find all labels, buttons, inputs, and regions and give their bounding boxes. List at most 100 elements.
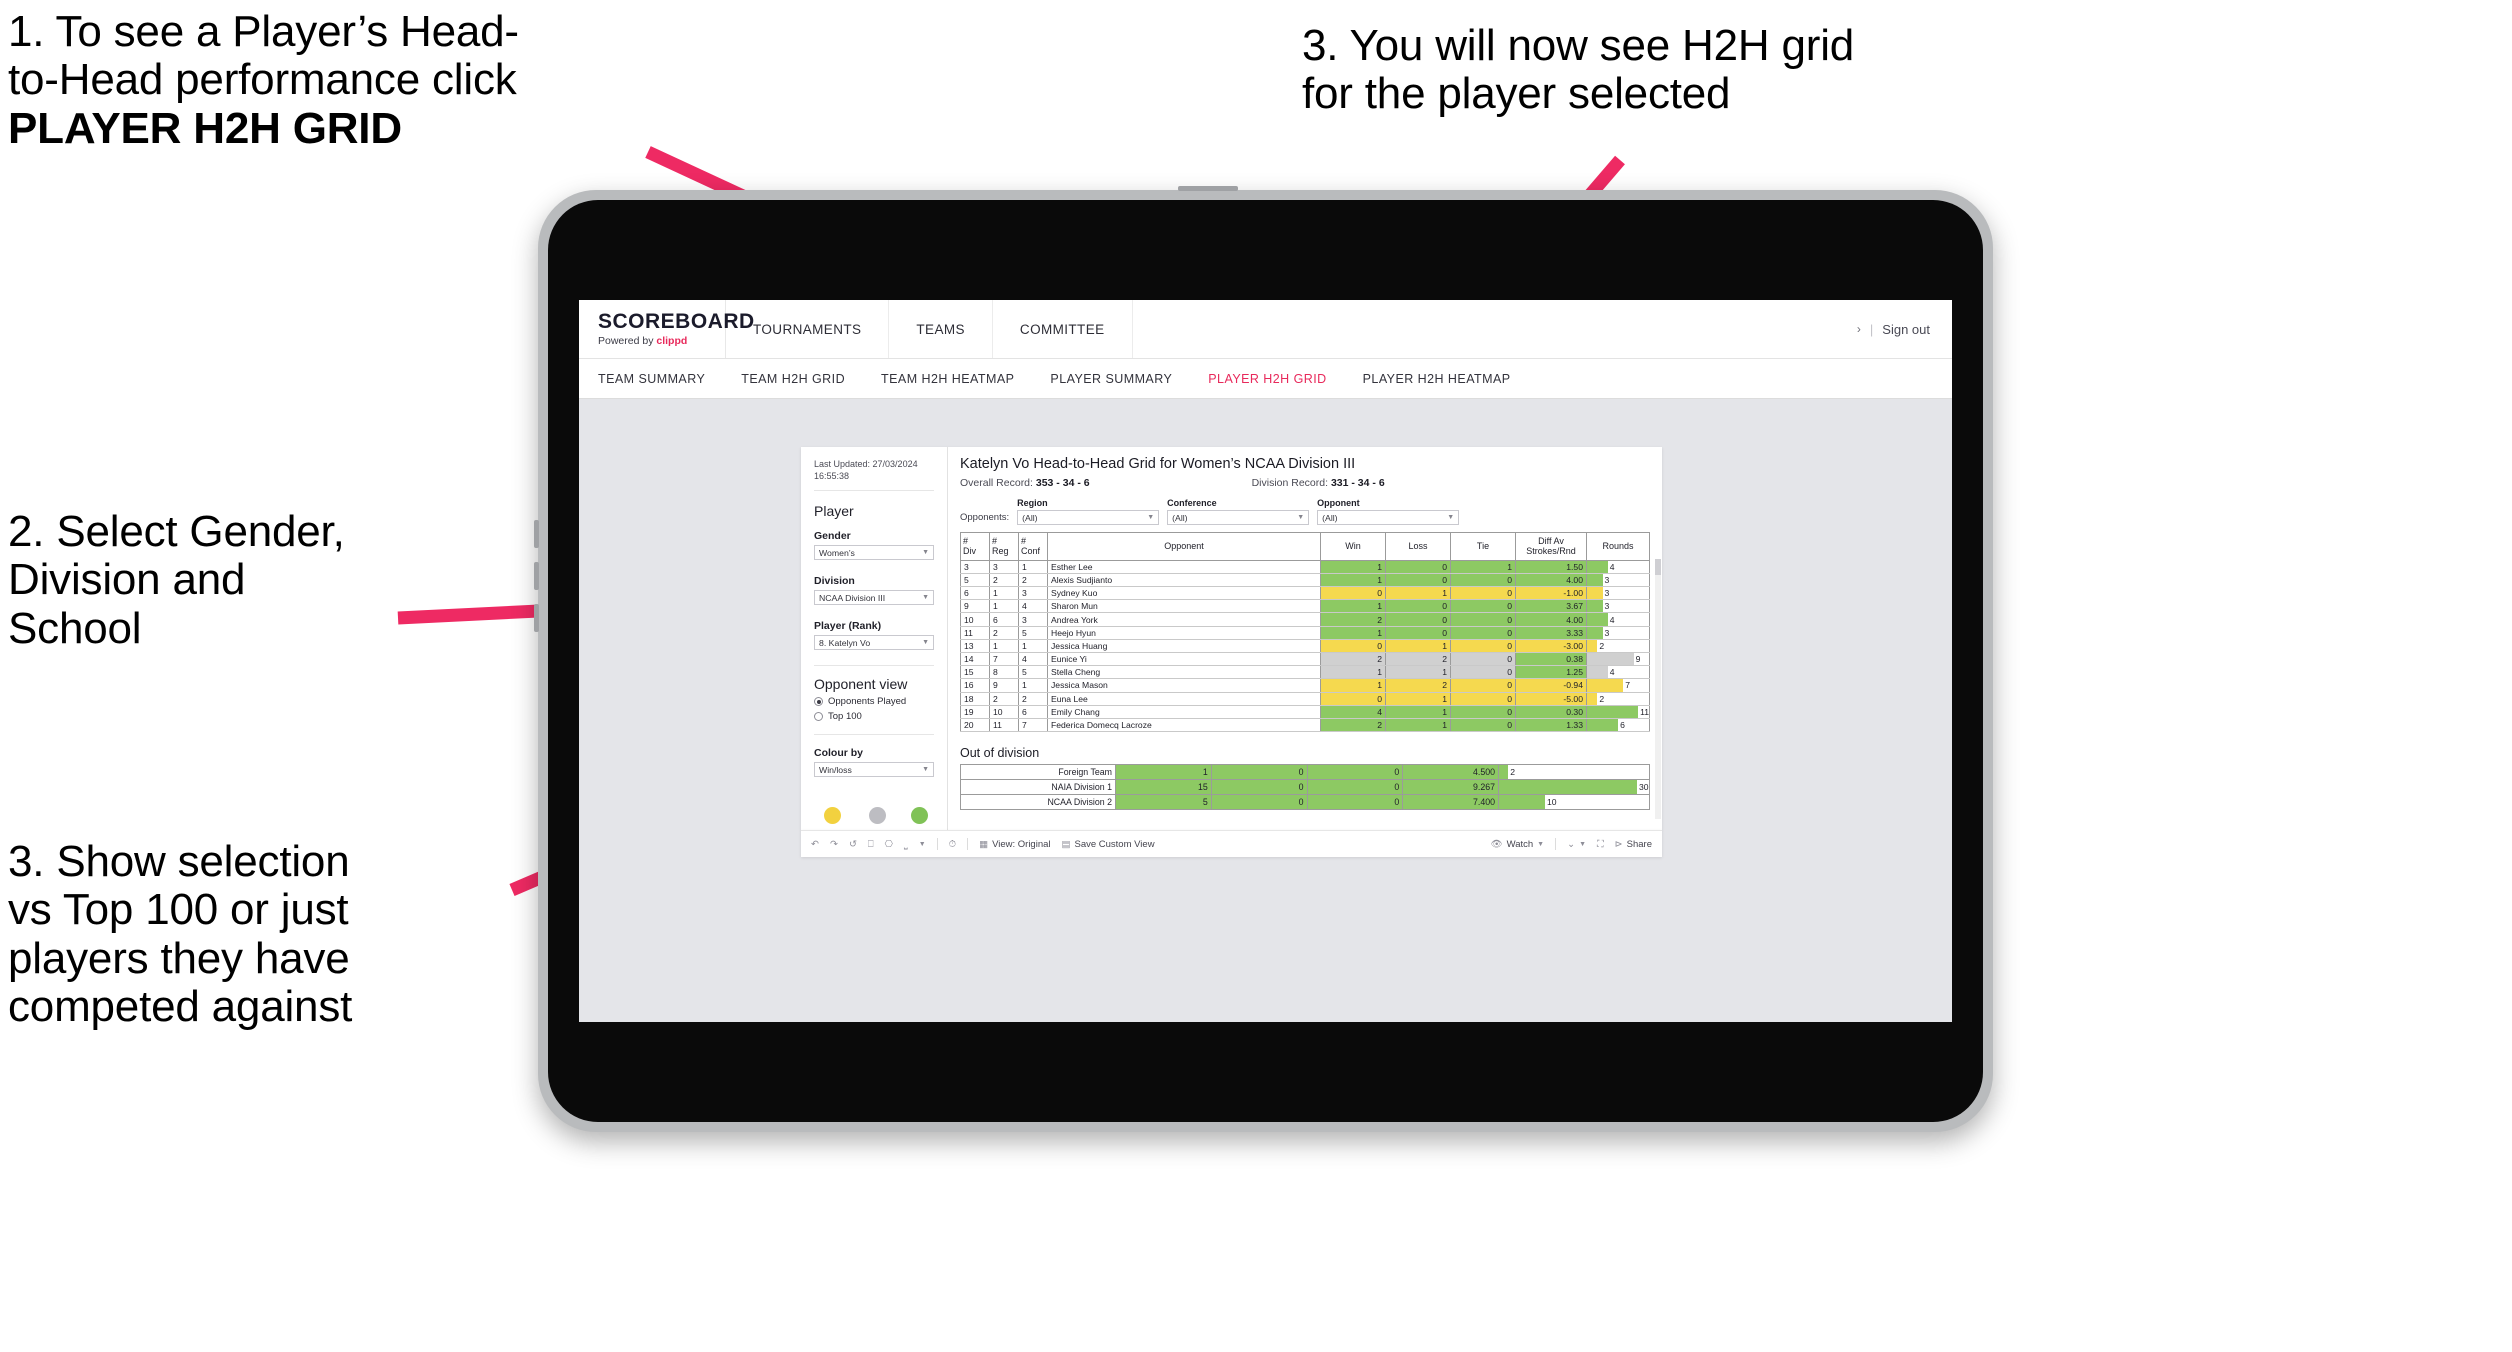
h2h-cell[interactable]: 2 [1320,612,1386,627]
filter-division-select[interactable]: NCAA Division III ▼ [814,590,934,606]
out-of-division-cell[interactable]: NAIA Division 1 [960,779,1116,796]
refresh-icon[interactable]: ⎕ [868,839,874,850]
h2h-cell[interactable]: 0 [1320,692,1386,706]
h2h-cell[interactable]: 11 [960,626,990,640]
h2h-rounds-bar[interactable]: 7 [1586,678,1650,693]
h2h-table-row[interactable]: 3 3 1 Esther Lee 1 0 1 1.50 4 [960,560,1650,574]
h2h-cell[interactable]: 0 [1450,639,1516,654]
h2h-cell[interactable]: 8 [989,665,1019,680]
h2h-rounds-bar[interactable]: 4 [1586,612,1650,627]
out-of-division-rounds-bar[interactable]: 30 [1498,779,1650,796]
h2h-rounds-bar[interactable]: 3 [1586,573,1650,588]
h2h-table-row[interactable]: 5 2 2 Alexis Sudjianto 1 0 0 4.00 3 [960,573,1650,588]
h2h-cell[interactable]: 4.00 [1515,573,1587,588]
h2h-cell[interactable]: 5 [1018,665,1048,680]
h2h-table-row[interactable]: 19 10 6 Emily Chang 4 1 0 0.30 11 [960,705,1650,719]
tablet-button-power[interactable] [1178,186,1238,191]
h2h-cell[interactable]: 19 [960,705,990,719]
swap-icon[interactable]: ⎵ [904,839,908,850]
h2h-cell[interactable]: 2 [1320,652,1386,667]
share-button[interactable]: ⊳ Share [1615,839,1652,850]
h2h-cell[interactable]: 0 [1385,612,1451,627]
h2h-cell[interactable]: 14 [960,652,990,667]
sign-out-link[interactable]: Sign out [1882,322,1930,337]
h2h-table-row[interactable]: 15 8 5 Stella Cheng 1 1 0 1.25 4 [960,665,1650,680]
h2h-cell[interactable]: 0 [1450,599,1516,614]
out-of-division-row[interactable]: NAIA Division 1 15 0 0 9.267 30 [960,779,1650,796]
h2h-cell[interactable]: 0 [1450,678,1516,693]
h2h-cell[interactable]: 0 [1320,586,1386,601]
download-button[interactable]: ⌄ ▼ [1567,839,1586,850]
h2h-cell[interactable]: 1 [989,586,1019,601]
h2h-col-header-div[interactable]: # Div [960,532,990,561]
h2h-cell[interactable]: Sydney Kuo [1047,586,1321,601]
h2h-cell[interactable]: 4 [1018,652,1048,667]
filter-gender-select[interactable]: Women’s ▼ [814,545,934,561]
filter-opponent-select[interactable]: (All) ▼ [1317,510,1460,525]
h2h-rounds-bar[interactable]: 11 [1586,705,1650,719]
h2h-cell[interactable]: Euna Lee [1047,692,1321,706]
h2h-cell[interactable]: 0 [1385,573,1451,588]
h2h-col-header-conf[interactable]: # Conf [1018,532,1048,561]
h2h-cell[interactable]: 10 [960,612,990,627]
out-of-division-cell[interactable]: 0 [1210,794,1308,811]
out-of-division-cell[interactable]: 7.400 [1402,794,1499,811]
tab-team-h2h-grid[interactable]: TEAM H2H GRID [741,372,845,386]
revert-icon[interactable]: ↺ [849,839,857,850]
h2h-rounds-bar[interactable]: 3 [1586,626,1650,640]
h2h-rounds-bar[interactable]: 2 [1586,692,1650,706]
h2h-cell[interactable]: 1 [1320,573,1386,588]
tab-player-h2h-heatmap[interactable]: PLAYER H2H HEATMAP [1363,372,1511,386]
h2h-cell[interactable]: 1 [1385,718,1451,733]
pause-icon[interactable]: ⎔ [885,839,893,850]
h2h-cell[interactable]: Alexis Sudjianto [1047,573,1321,588]
nav-item-committee[interactable]: COMMITTEE [993,300,1133,358]
h2h-cell[interactable]: 1 [1320,560,1386,574]
out-of-division-cell[interactable]: 15 [1115,779,1212,796]
h2h-cell[interactable]: 2 [1320,718,1386,733]
h2h-cell[interactable]: 15 [960,665,990,680]
h2h-cell[interactable]: Jessica Huang [1047,639,1321,654]
h2h-cell[interactable]: 1 [1018,678,1048,693]
view-original-button[interactable]: ▦ View: Original [979,839,1050,850]
h2h-cell[interactable]: 1.33 [1515,718,1587,733]
out-of-division-cell[interactable]: Foreign Team [960,764,1116,781]
h2h-cell[interactable]: 1 [989,639,1019,654]
h2h-cell[interactable]: Federica Domecq Lacroze [1047,718,1321,733]
tab-player-h2h-grid[interactable]: PLAYER H2H GRID [1208,372,1326,386]
h2h-cell[interactable]: 0 [1450,573,1516,588]
h2h-table-row[interactable]: 18 2 2 Euna Lee 0 1 0 -5.00 2 [960,692,1650,706]
h2h-cell[interactable]: 0 [1450,718,1516,733]
h2h-cell[interactable]: 1 [1385,639,1451,654]
h2h-table-row[interactable]: 20 11 7 Federica Domecq Lacroze 2 1 0 1.33 6 [960,718,1650,733]
h2h-cell[interactable]: 3.67 [1515,599,1587,614]
table-scrollbar-thumb[interactable] [1655,559,1661,575]
h2h-col-header-loss[interactable]: Loss [1385,532,1451,561]
out-of-division-cell[interactable]: 5 [1115,794,1212,811]
h2h-cell[interactable]: 3 [1018,586,1048,601]
h2h-rounds-bar[interactable]: 2 [1586,639,1650,654]
h2h-rounds-bar[interactable]: 3 [1586,599,1650,614]
h2h-cell[interactable]: 11 [989,718,1019,733]
save-custom-view-button[interactable]: ▤ Save Custom View [1062,839,1155,850]
h2h-cell[interactable]: 0 [1450,652,1516,667]
radio-opponents-played[interactable]: Opponents Played [814,696,934,707]
tab-team-summary[interactable]: TEAM SUMMARY [598,372,705,386]
h2h-cell[interactable]: 13 [960,639,990,654]
h2h-cell[interactable]: 0 [1450,626,1516,640]
h2h-cell[interactable]: Esther Lee [1047,560,1321,574]
tablet-button-volume-up[interactable] [534,520,539,548]
h2h-cell[interactable]: Andrea York [1047,612,1321,627]
h2h-cell[interactable]: 6 [989,612,1019,627]
filter-player-rank-select[interactable]: 8. Katelyn Vo ▼ [814,635,934,651]
h2h-cell[interactable]: 5 [960,573,990,588]
h2h-cell[interactable]: 5 [1018,626,1048,640]
h2h-cell[interactable]: 0 [1450,612,1516,627]
h2h-cell[interactable]: 1 [1018,639,1048,654]
h2h-col-header-reg[interactable]: # Reg [989,532,1019,561]
h2h-table-row[interactable]: 14 7 4 Eunice Yi 2 2 0 0.38 9 [960,652,1650,667]
h2h-col-header-tie[interactable]: Tie [1450,532,1516,561]
h2h-cell[interactable]: 1.50 [1515,560,1587,574]
h2h-cell[interactable]: Jessica Mason [1047,678,1321,693]
h2h-cell[interactable]: 3.33 [1515,626,1587,640]
